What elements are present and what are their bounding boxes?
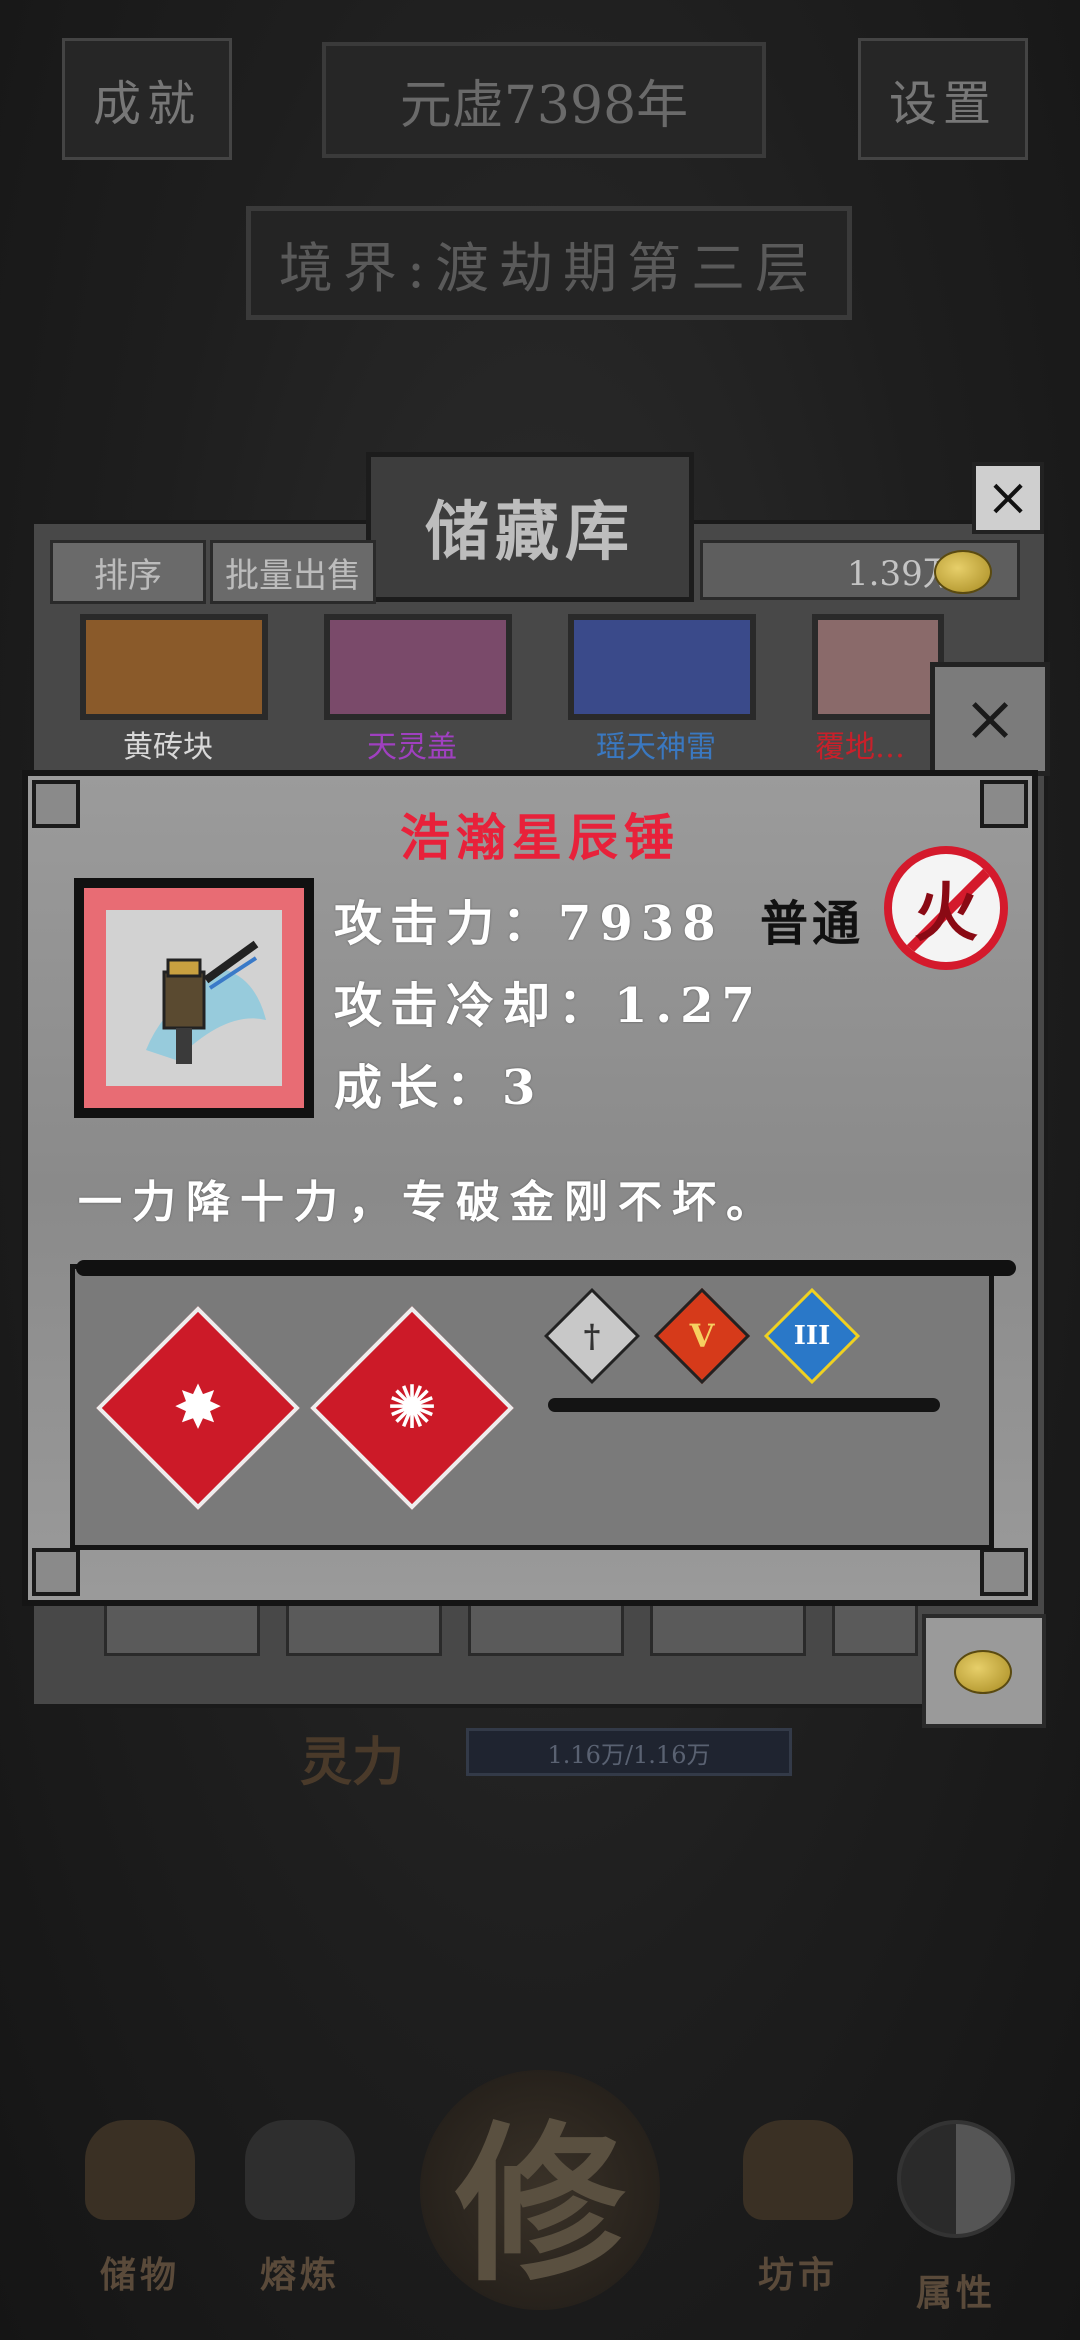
sort-button[interactable]: 排序 [50, 540, 206, 604]
coin-shop-button[interactable] [922, 1614, 1046, 1728]
batch-sell-button[interactable]: 批量出售 [210, 540, 376, 604]
storage-title: 储藏库 [366, 452, 694, 602]
nav-smelt[interactable]: 熔炼 [230, 2120, 370, 2320]
rarity-label: 普通 [760, 896, 865, 952]
cultivate-glyph: 修 [454, 2105, 625, 2305]
dialog-corner [980, 1548, 1028, 1596]
slot-name: 覆地… [815, 730, 905, 765]
storage-bottom-tab[interactable] [832, 1600, 918, 1656]
realm-display: 境界:渡劫期第三层 [246, 206, 852, 320]
attack-stat: 攻击力：7938 [334, 896, 724, 952]
storage-slot[interactable] [568, 614, 756, 720]
nav-attribute-label: 属性 [915, 2272, 996, 2314]
fire-element-icon: 火 [884, 846, 1008, 970]
lingli-bar: 1.16万/1.16万 [466, 1728, 792, 1776]
coin-stack-icon [743, 2120, 853, 2220]
element-glyph: 火 [914, 876, 978, 951]
storage-slot[interactable] [80, 614, 268, 720]
cauldron-icon [245, 2120, 355, 2220]
slot-name: 瑶天神雷 [596, 730, 716, 765]
ink-stroke [76, 1260, 1016, 1276]
dialog-corner [32, 1548, 80, 1596]
star-hammer-icon [106, 910, 282, 1086]
storage-bottom-tab[interactable] [286, 1600, 442, 1656]
nav-storage-label: 储物 [99, 2254, 180, 2296]
nav-market[interactable]: 坊市 [728, 2120, 868, 2320]
close-icon: × [986, 468, 1030, 528]
detail-close-button[interactable]: × [930, 662, 1050, 776]
storage-bottom-tab[interactable] [468, 1600, 624, 1656]
storage-close-button[interactable]: × [972, 462, 1044, 534]
nav-storage[interactable]: 储物 [70, 2120, 210, 2320]
storage-bottom-tab[interactable] [650, 1600, 806, 1656]
item-description: 一力降十力，专破金刚不坏。 [78, 1177, 780, 1228]
item-icon-frame [74, 878, 314, 1118]
year-display: 元虚7398年 [322, 42, 766, 158]
slot-name: 天灵盖 [367, 730, 457, 765]
lingli-label: 灵力 [300, 1732, 405, 1793]
settings-button[interactable]: 设置 [858, 38, 1028, 160]
nav-attribute[interactable]: 属性 [886, 2120, 1026, 2320]
storage-slot[interactable] [812, 614, 944, 720]
cooldown-stat: 攻击冷却：1.27 [334, 978, 763, 1034]
coin-icon [934, 550, 992, 594]
coin-icon [954, 1650, 1012, 1694]
taiji-icon [897, 2120, 1015, 2238]
achievement-button[interactable]: 成就 [62, 38, 232, 160]
storage-bottom-tab[interactable] [104, 1600, 260, 1656]
ink-underline [548, 1398, 940, 1412]
storage-slot[interactable] [324, 614, 512, 720]
nav-smelt-label: 熔炼 [259, 2254, 340, 2296]
cultivate-button[interactable]: 修 [420, 2070, 660, 2310]
nav-market-label: 坊市 [757, 2254, 838, 2296]
slot-name: 黄砖块 [123, 730, 213, 765]
close-icon: × [963, 682, 1017, 756]
pouch-icon [85, 2120, 195, 2220]
growth-stat: 成长：3 [334, 1060, 544, 1116]
